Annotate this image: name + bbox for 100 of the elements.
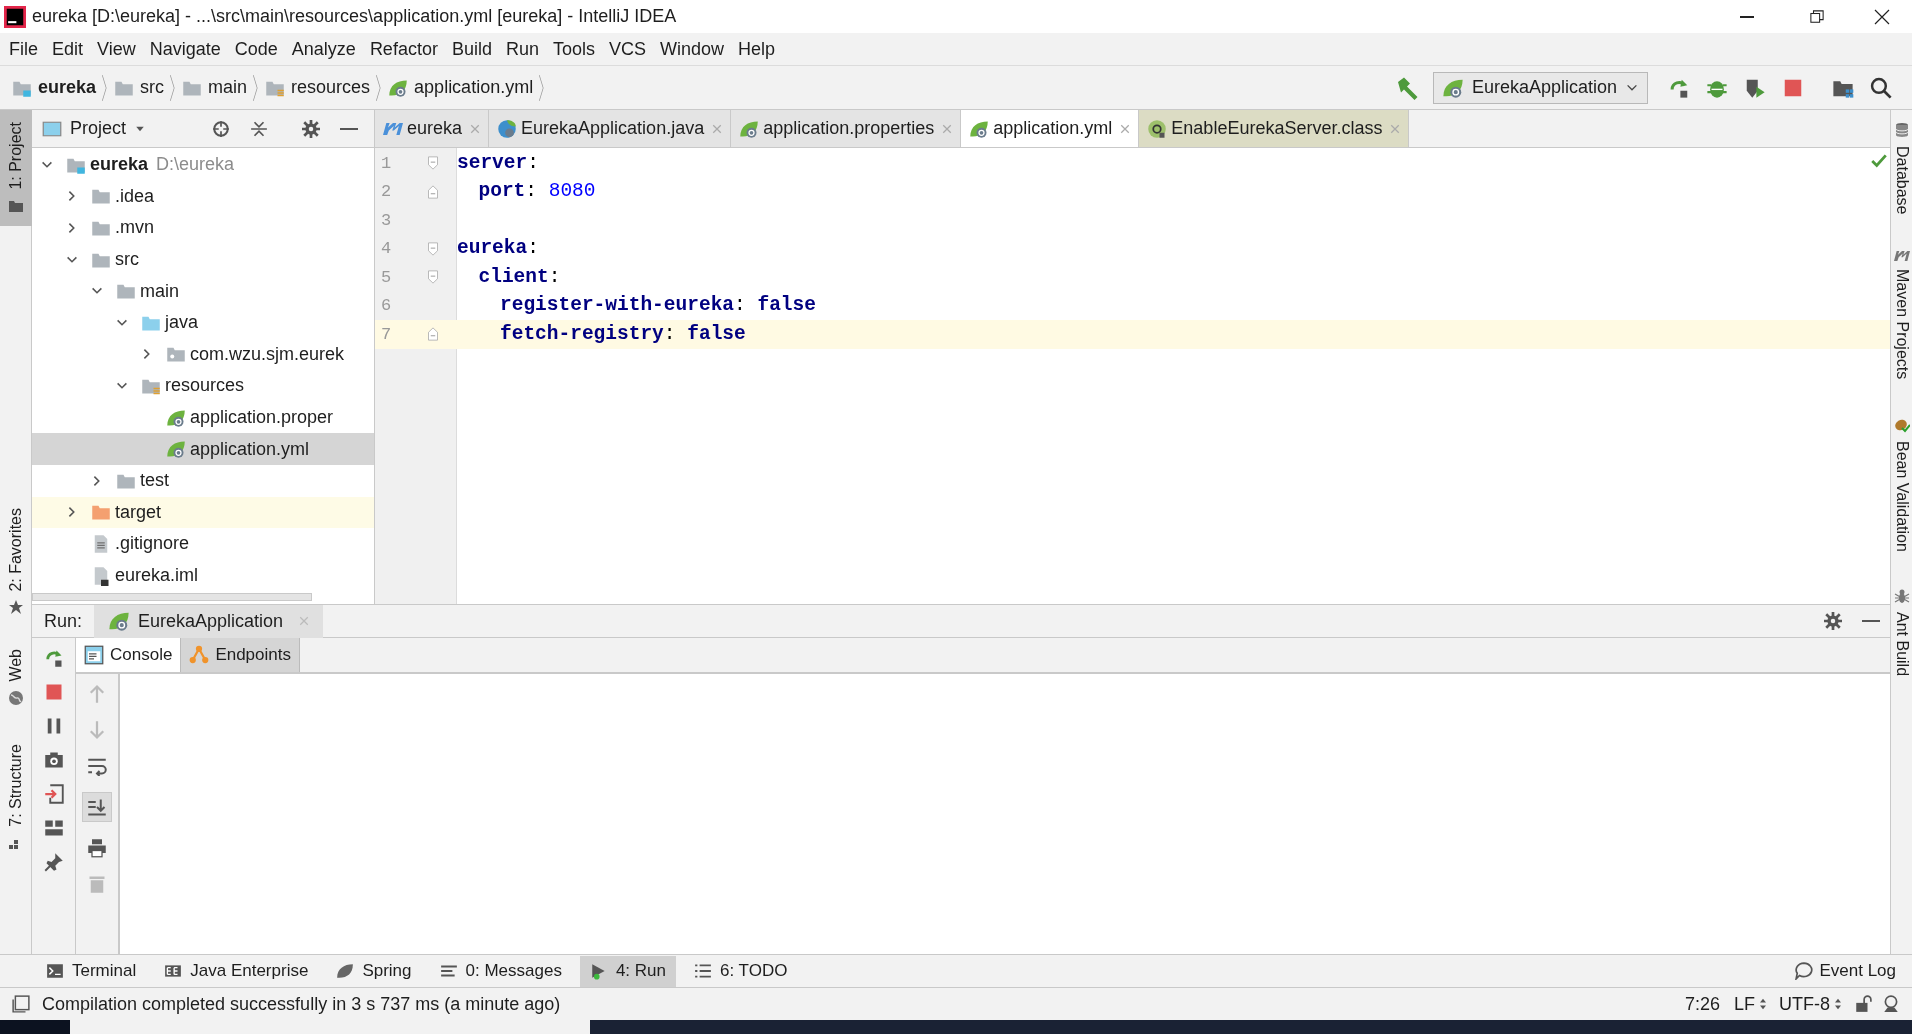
settings-button[interactable] [302,119,320,138]
menu-item[interactable]: Edit [45,35,91,63]
tree-item[interactable]: .mvn [32,212,374,244]
window-title: eureka [D:\eureka] - ...\src\main\resources\application.yml [eureka] - IntelliJ IDEA [32,5,678,28]
menu-item[interactable]: Navigate [142,35,228,63]
tool-window-button[interactable]: 7: Structure [0,731,32,863]
tree-item[interactable]: .gitignore [32,528,374,560]
menu-item[interactable]: File [2,35,45,63]
editor-tab[interactable]: EnableEurekaServer.class [1139,110,1410,147]
exit-button[interactable] [43,784,64,804]
dump-threads-button[interactable] [43,750,64,770]
line-number: 4 [380,238,393,260]
fold-marker-icon [427,156,439,171]
exit-arrow-icon [43,784,64,804]
tree-item[interactable]: test [32,464,374,497]
menu-item[interactable]: Tools [545,35,602,63]
console-icon [84,645,104,665]
tree-item[interactable]: resources [32,370,374,402]
tree-item[interactable]: target [32,496,374,529]
close-icon [470,123,481,134]
ant-icon [1893,587,1910,604]
editor-tab[interactable]: EurekaApplication.java [489,110,732,147]
maven-icon [1893,250,1910,261]
tool-window-button[interactable]: 2: Favorites [0,495,32,628]
horizontal-scrollbar[interactable] [32,593,312,602]
tree-item[interactable]: com.wzu.sjm.eurek [32,338,374,371]
tool-window-button[interactable]: Terminal [36,955,147,987]
menu-item[interactable]: Help [731,35,783,63]
tool-window-button[interactable]: Java Enterprise [154,955,319,987]
menu-item[interactable]: Build [444,35,499,63]
settings-button[interactable] [1824,612,1842,630]
print-button[interactable] [87,838,107,858]
updown-arrow-icon [1834,998,1842,1010]
down-arrow-icon [87,720,107,740]
pin-button[interactable] [43,852,64,872]
collapse-all-button[interactable] [250,119,268,138]
close-icon [1874,8,1890,25]
console-tab[interactable]: Console [76,638,181,672]
scroll-to-end-button[interactable] [82,792,112,822]
run-configuration-dropdown[interactable]: EurekaApplication [1432,71,1648,104]
trash-icon [87,874,107,894]
menu-item[interactable]: View [90,35,143,63]
editor-tab[interactable]: application.properties [731,110,962,147]
soft-wrap-button[interactable] [87,756,107,776]
updown-arrow-icon [1759,998,1767,1010]
tool-window-button[interactable]: Maven Projects [1889,250,1912,379]
line-number: 6 [380,295,393,317]
annotation-icon [1147,118,1168,139]
restore-icon [1810,9,1824,24]
tool-window-button[interactable]: Bean Validation [1889,416,1912,552]
breadcrumb-item[interactable]: eureka [12,74,97,101]
tool-window-button[interactable]: Database [1889,122,1912,215]
menu-item[interactable]: Window [653,35,732,63]
tree-item[interactable]: application.yml [32,433,374,465]
tool-window-button[interactable]: 6: TODO [684,955,798,987]
tool-windows-toggle[interactable] [12,995,30,1013]
search-icon [1870,76,1892,99]
menu-item[interactable]: Code [227,35,285,63]
tree-item[interactable]: application.proper [32,401,374,434]
inspector-button[interactable] [1882,995,1900,1013]
caret-position[interactable]: 7:26 [1684,990,1720,1018]
up-arrow-icon [87,684,107,704]
layout-button[interactable] [43,818,64,838]
layout-icon [43,818,64,838]
tree-item[interactable]: java [32,306,374,339]
tool-window-button[interactable]: Spring [326,955,422,987]
tool-window-button[interactable]: Ant Build [1889,587,1912,676]
locate-button[interactable] [212,119,230,138]
tool-window-button[interactable]: Web [0,637,32,718]
editor-tab[interactable]: application.yml [961,110,1140,147]
hide-button[interactable] [340,127,358,130]
rerun-button[interactable] [43,648,64,668]
console-tab[interactable]: Endpoints [180,638,300,672]
breadcrumb-item[interactable]: src [114,74,165,101]
tool-window-button[interactable]: 4: Run [579,955,676,987]
check-icon [1870,152,1888,170]
line-separator-selector[interactable]: LF [1734,990,1767,1018]
tree-item[interactable]: eureka.iml [32,559,374,592]
lock-button[interactable] [1854,995,1872,1013]
search-button[interactable] [1870,76,1892,99]
editor-tab[interactable]: eureka [375,110,490,147]
menu-item[interactable]: Analyze [284,35,363,63]
menu-item[interactable]: Run [498,35,546,63]
maven-icon [383,122,403,135]
encoding-selector[interactable]: UTF-8 [1779,990,1842,1018]
tool-window-button[interactable]: 0: Messages [429,955,572,987]
breadcrumb-item[interactable]: resources [265,74,371,101]
menu-item[interactable]: Refactor [362,35,445,63]
menu-item[interactable]: VCS [602,35,653,63]
tree-item[interactable]: main [32,275,374,307]
tree-item[interactable]: src [32,243,374,276]
breadcrumb-item[interactable]: application.yml [388,74,534,101]
event-log-button[interactable]: Event Log [1795,958,1896,984]
run-tab[interactable]: EurekaApplication [94,604,324,638]
fold-marker-icon [427,241,439,256]
tree-item[interactable]: eureka D:\eureka [32,149,374,181]
tree-item[interactable]: .idea [32,180,374,213]
ee-icon [164,962,183,980]
tool-window-button[interactable]: 1: Project [0,110,32,226]
breadcrumb-item[interactable]: main [182,74,248,101]
